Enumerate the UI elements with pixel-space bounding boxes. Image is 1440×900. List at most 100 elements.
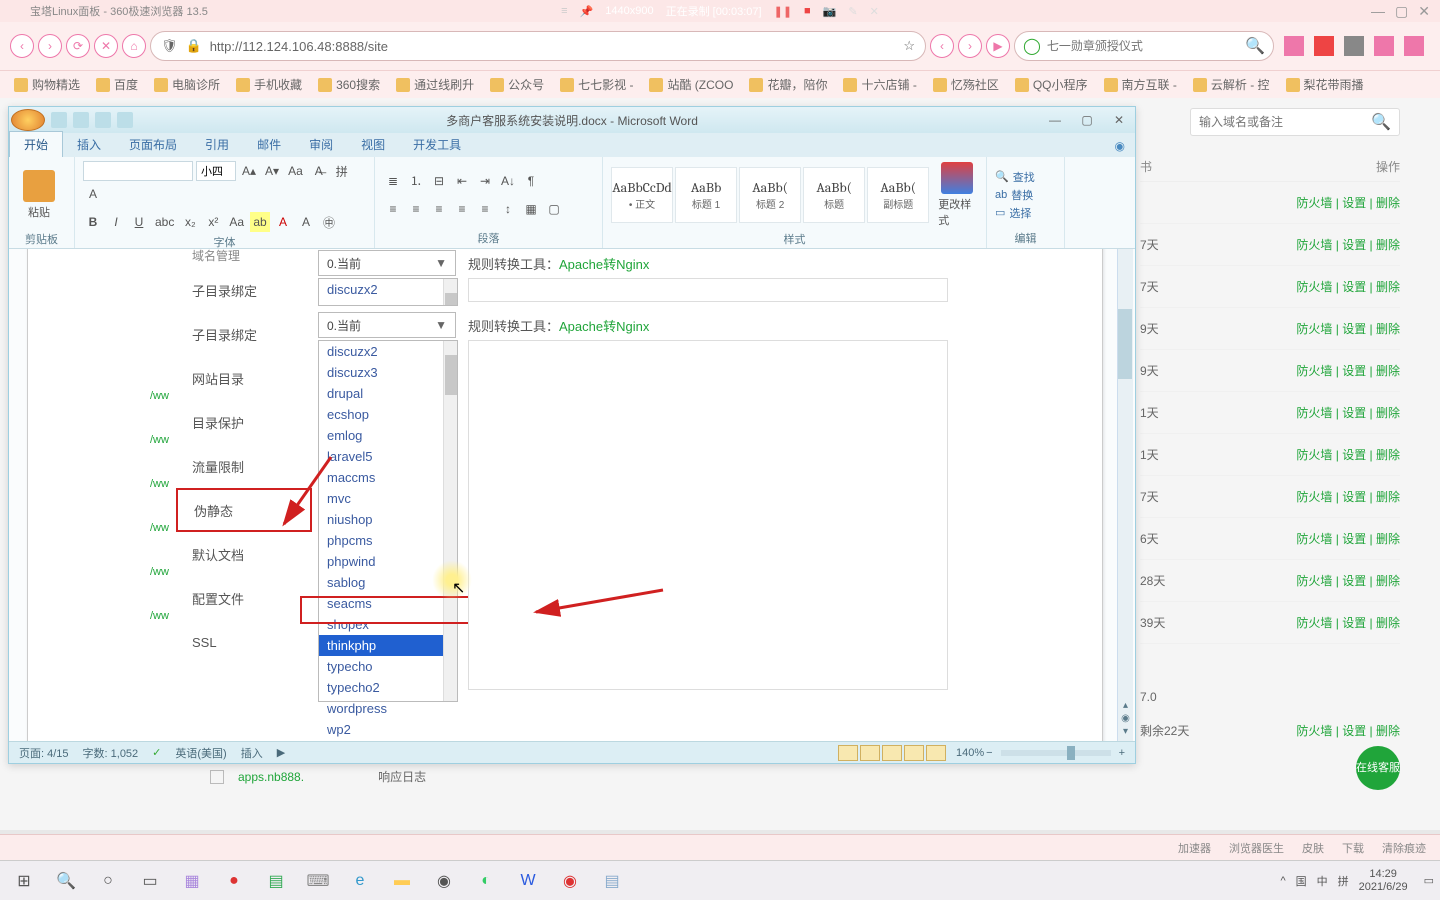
word-vscrollbar[interactable]: ▴◉▾ <box>1117 249 1133 741</box>
menu-item[interactable]: SSL <box>176 620 312 664</box>
view-draft-icon[interactable] <box>926 745 946 761</box>
bookmark-item[interactable]: 云解析 - 控 <box>1193 76 1270 93</box>
actions-cell[interactable]: 防火墙 | 设置 | 删除 <box>1296 194 1400 211</box>
word-minimize[interactable]: — <box>1039 108 1071 132</box>
font-color-icon[interactable]: A <box>273 212 293 232</box>
star-icon[interactable]: ☆ <box>903 38 915 54</box>
app-icon[interactable]: ▤ <box>258 866 294 896</box>
bookmark-item[interactable]: 梨花带雨播 <box>1286 76 1364 93</box>
menu-item[interactable]: 目录保护 <box>176 400 312 444</box>
rewrite-list-2[interactable]: discuzx2discuzx3drupalecshopemloglaravel… <box>318 340 458 702</box>
change-styles-button[interactable]: 更改样式 <box>935 161 978 229</box>
list-option[interactable]: niushop <box>319 509 457 530</box>
explorer-icon[interactable]: ▬ <box>384 866 420 896</box>
bookmark-item[interactable]: 十六店铺 - <box>843 76 916 93</box>
actions-cell[interactable]: 防火墙 | 设置 | 删除 <box>1296 530 1400 547</box>
proof-icon[interactable]: ✓ <box>152 746 161 759</box>
actions-cell[interactable]: 防火墙 | 设置 | 删除 <box>1296 362 1400 379</box>
chrome-icon[interactable]: ◉ <box>426 866 462 896</box>
app-icon[interactable]: ⌨ <box>300 866 336 896</box>
rule-textarea-1[interactable] <box>468 278 948 302</box>
actions-cell[interactable]: 防火墙 | 设置 | 删除 <box>1296 236 1400 253</box>
menu-item[interactable]: 流量限制 <box>176 444 312 488</box>
actions-cell[interactable]: 防火墙 | 设置 | 删除 <box>1296 278 1400 295</box>
address-bar[interactable]: 🛡 🔒 http://112.124.106.48:8888/site ☆ <box>150 31 926 61</box>
edge-icon[interactable]: e <box>342 866 378 896</box>
status-item[interactable]: 下载 <box>1342 840 1364 856</box>
nav-stop-button[interactable]: ✕ <box>94 34 118 58</box>
search-box[interactable]: ◯ 🔍 <box>1014 31 1274 61</box>
actions-cell[interactable]: 防火墙 | 设置 | 删除 <box>1296 488 1400 505</box>
site-name[interactable]: apps.nb888. <box>238 770 304 784</box>
app-icon[interactable]: ▦ <box>174 866 210 896</box>
border-char-icon[interactable]: A <box>83 184 103 204</box>
rec-close-icon[interactable]: ✕ <box>870 5 879 18</box>
list-option[interactable]: discuzx3 <box>319 300 457 306</box>
list-option[interactable]: discuzx3 <box>319 362 457 383</box>
nav-home-button[interactable]: ⌂ <box>122 34 146 58</box>
actions-cell[interactable]: 防火墙 | 设置 | 删除 <box>1296 404 1400 421</box>
last-actions[interactable]: 防火墙 | 设置 | 删除 <box>1296 722 1400 739</box>
status-item[interactable]: 加速器 <box>1178 840 1211 856</box>
browse-obj-icon[interactable]: ◉ <box>1121 713 1130 724</box>
change-case-icon[interactable]: Aa <box>285 161 306 181</box>
status-item[interactable]: 浏览器医生 <box>1229 840 1284 856</box>
search-icon[interactable]: 🔍 <box>1245 36 1265 56</box>
strike-icon[interactable]: abc <box>152 212 177 232</box>
online-service-button[interactable]: 在线客服 <box>1356 746 1400 790</box>
list-option[interactable]: maccms <box>319 467 457 488</box>
grow-font-icon[interactable]: A▴ <box>239 161 259 181</box>
apache-nginx-link[interactable]: Apache转Nginx <box>559 257 649 272</box>
list-option[interactable]: thinkphp <box>319 635 457 656</box>
word-close[interactable]: ✕ <box>1103 108 1135 132</box>
start-button[interactable]: ⊞ <box>6 866 42 896</box>
line-spacing-icon[interactable]: ↕ <box>498 199 518 219</box>
ribbon-tab[interactable]: 开发工具 <box>399 132 475 157</box>
browser360-icon[interactable]: ◐ <box>468 866 504 896</box>
view-web-icon[interactable] <box>882 745 902 761</box>
page-indicator[interactable]: 页面: 4/15 <box>19 745 69 761</box>
notes-icon[interactable]: ▤ <box>594 866 630 896</box>
bookmark-item[interactable]: 忆殇社区 <box>933 76 999 93</box>
ext-icon-3[interactable] <box>1344 36 1364 56</box>
borders-icon[interactable]: ▢ <box>544 199 564 219</box>
ribbon-tab[interactable]: 页面布局 <box>115 132 191 157</box>
paste-button[interactable]: 粘贴 <box>17 161 61 229</box>
nav-forward-button[interactable]: › <box>38 34 62 58</box>
bookmark-item[interactable]: 公众号 <box>490 76 544 93</box>
word-maximize[interactable]: ▢ <box>1071 108 1103 132</box>
replace-button[interactable]: ab替换 <box>995 187 1035 203</box>
view-fullread-icon[interactable] <box>860 745 880 761</box>
qat-redo-icon[interactable] <box>95 112 111 128</box>
show-marks-icon[interactable]: ¶ <box>521 171 541 191</box>
ribbon-tab[interactable]: 插入 <box>63 132 115 157</box>
align-center-icon[interactable]: ≡ <box>406 199 426 219</box>
apache-nginx-link[interactable]: Apache转Nginx <box>559 319 649 334</box>
insert-mode[interactable]: 插入 <box>241 745 263 761</box>
ribbon-tab[interactable]: 引用 <box>191 132 243 157</box>
qat-dropdown-icon[interactable] <box>117 112 133 128</box>
style-card[interactable]: AaBb(标题 <box>803 167 865 223</box>
nav-extra3[interactable]: ▶ <box>986 34 1010 58</box>
multilevel-icon[interactable]: ⊟ <box>429 171 449 191</box>
next-page-icon[interactable]: ▾ <box>1123 726 1128 737</box>
bookmark-item[interactable]: 360搜索 <box>318 76 380 93</box>
taskview-icon[interactable]: ▭ <box>132 866 168 896</box>
bookmark-item[interactable]: QQ小程序 <box>1015 76 1088 93</box>
zoom-in-icon[interactable]: + <box>1119 747 1125 759</box>
ribbon-tab[interactable]: 审阅 <box>295 132 347 157</box>
office-button[interactable] <box>11 109 45 131</box>
list-option[interactable]: phpcms <box>319 530 457 551</box>
italic-icon[interactable]: I <box>106 212 126 232</box>
list-option[interactable]: ecshop <box>319 404 457 425</box>
tray-up-icon[interactable]: ^ <box>1280 875 1285 887</box>
list-option[interactable]: drupal <box>319 383 457 404</box>
camera-icon[interactable]: 📷 <box>823 5 837 18</box>
menu-item[interactable]: 默认文档 <box>176 532 312 576</box>
sort-icon[interactable]: A↓ <box>498 171 518 191</box>
align-dist-icon[interactable]: ≡ <box>475 199 495 219</box>
bullets-icon[interactable]: ≣ <box>383 171 403 191</box>
cortana-icon[interactable]: ○ <box>90 866 126 896</box>
search-icon[interactable]: 🔍 <box>48 866 84 896</box>
ext-icon-1[interactable] <box>1284 36 1304 56</box>
